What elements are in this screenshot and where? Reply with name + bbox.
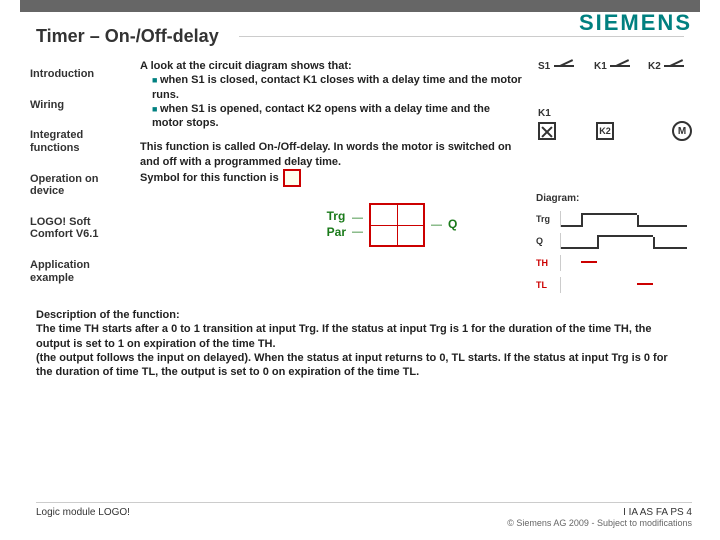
sidebar-item-integrated-functions[interactable]: Integrated functions xyxy=(30,120,124,163)
sidebar-item-logosoft[interactable]: LOGO! Soft Comfort V6.1 xyxy=(30,207,124,250)
main: Introduction Wiring Integrated functions… xyxy=(0,53,720,300)
para-2: This function is called On-/Off-delay. I… xyxy=(140,140,524,187)
p2a: This function is called On-/Off-delay. I… xyxy=(140,141,511,167)
coil-k2-icon: K2 xyxy=(596,122,614,140)
label-k1-bot: K1 xyxy=(538,108,551,119)
desc-p2: (the output follows the input on delayed… xyxy=(36,351,684,380)
circuit-column: S1 K1 K2 K1 K2 M Diagram: Trg Q TH TL xyxy=(536,59,696,300)
bullet-2: when S1 is opened, contact K2 opens with… xyxy=(152,102,524,131)
sidebar-item-operation[interactable]: Operation on device xyxy=(30,164,124,207)
desc-head: Description of the function: xyxy=(36,308,684,322)
description: Description of the function: The time TH… xyxy=(0,300,720,379)
block-inputs: Trg Par xyxy=(327,209,346,240)
intro-text: A look at the circuit diagram shows that… xyxy=(140,60,352,72)
footer-left: Logic module LOGO! xyxy=(36,507,130,528)
switch-s1-icon xyxy=(554,65,574,81)
output-q: Q xyxy=(448,217,457,233)
circuit-top: S1 K1 K2 xyxy=(536,59,696,113)
footer-right-top: I IA AS FA PS 4 xyxy=(507,507,692,518)
sidebar: Introduction Wiring Integrated functions… xyxy=(24,59,124,300)
footer: Logic module LOGO! I IA AS FA PS 4 © Sie… xyxy=(36,502,692,528)
function-block-icon xyxy=(369,203,425,247)
coil-k1-icon xyxy=(538,122,556,140)
contact-k2-icon xyxy=(664,65,684,81)
motor-icon: M xyxy=(672,121,692,141)
p2b: Symbol for this function is xyxy=(140,171,279,185)
footer-right-bot: © Siemens AG 2009 - Subject to modificat… xyxy=(507,518,692,528)
timing-diagram: Trg Q TH TL xyxy=(536,208,696,300)
text-column: A look at the circuit diagram shows that… xyxy=(140,59,524,300)
input-trg: Trg xyxy=(327,209,346,225)
row-q: Q xyxy=(536,236,560,246)
diagram-title: Diagram: xyxy=(536,193,696,204)
page-title: Timer – On-/Off-delay xyxy=(36,26,219,47)
label-s1: S1 xyxy=(538,61,550,72)
sidebar-item-introduction[interactable]: Introduction xyxy=(30,59,124,90)
bullet-1: when S1 is closed, contact K1 closes wit… xyxy=(152,73,524,102)
sidebar-item-application[interactable]: Application example xyxy=(30,250,124,293)
brand-logo: SIEMENS xyxy=(579,10,692,36)
sidebar-item-wiring[interactable]: Wiring xyxy=(30,90,124,121)
desc-p1: The time TH starts after a 0 to 1 transi… xyxy=(36,322,684,351)
onoff-delay-symbol-icon xyxy=(283,169,301,187)
input-par: Par xyxy=(327,225,346,241)
content: A look at the circuit diagram shows that… xyxy=(140,59,696,300)
row-th: TH xyxy=(536,258,560,268)
label-k1-top: K1 xyxy=(594,61,607,72)
intro-para: A look at the circuit diagram shows that… xyxy=(140,59,524,130)
contact-k1-icon xyxy=(610,65,630,81)
circuit-bottom: K1 K2 M xyxy=(536,113,696,163)
label-k2-top: K2 xyxy=(648,61,661,72)
block-diagram: Trg Par —— — Q xyxy=(140,197,524,259)
row-trg: Trg xyxy=(536,214,560,224)
row-tl: TL xyxy=(536,280,560,290)
